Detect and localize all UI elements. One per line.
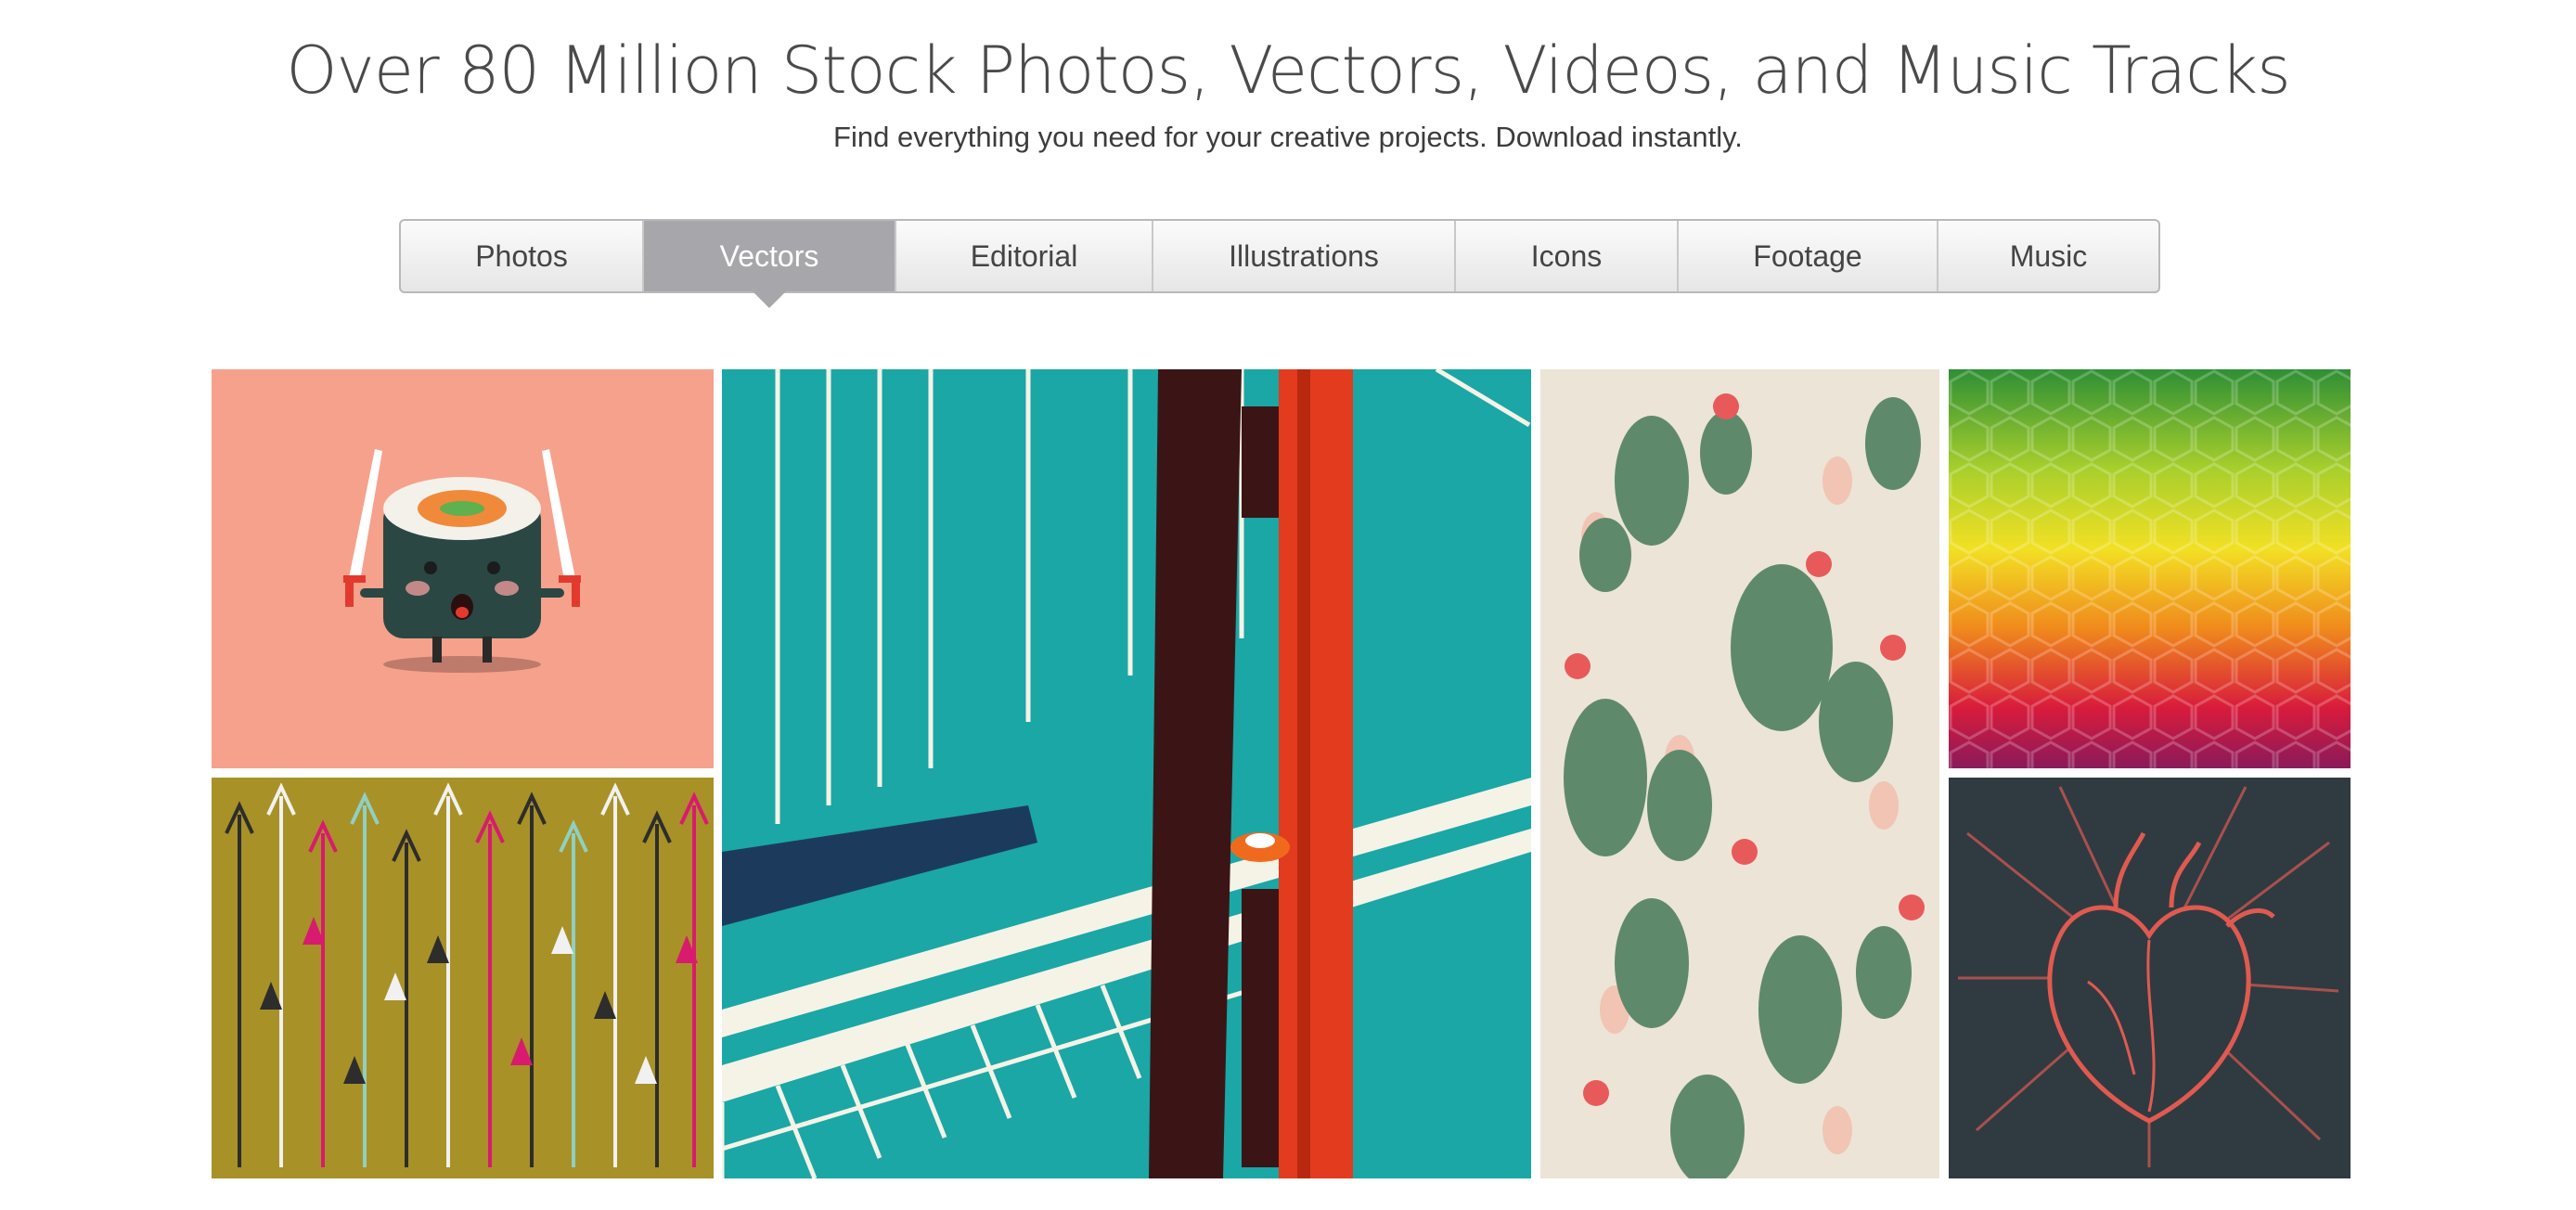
sushi-illustration — [212, 369, 714, 768]
hexagon-gradient-illustration — [1949, 369, 2351, 768]
tab-vectors[interactable]: Vectors — [644, 221, 896, 308]
category-tabs: Photos Vectors Editorial Illustrations I… — [399, 219, 2160, 308]
tab-illustrations[interactable]: Illustrations — [1153, 221, 1456, 291]
gallery-tile-sushi[interactable] — [212, 369, 714, 768]
page-subheadline: Find everything you need for your creati… — [833, 121, 1743, 153]
gallery-tile-arrows[interactable] — [212, 778, 714, 1178]
gallery-tile-cactus[interactable] — [1540, 369, 1939, 1178]
gallery-tile-hexagons[interactable] — [1949, 369, 2351, 768]
tab-editorial[interactable]: Editorial — [896, 221, 1153, 291]
tab-music[interactable]: Music — [1938, 221, 2158, 291]
cactus-pattern-illustration — [1540, 369, 1939, 1178]
bridge-illustration — [722, 369, 1531, 1178]
page-headline: Over 80 Million Stock Photos, Vectors, V… — [286, 32, 2290, 109]
gallery-tile-bridge[interactable] — [722, 369, 1531, 1178]
tab-photos[interactable]: Photos — [401, 221, 644, 291]
tab-footage[interactable]: Footage — [1679, 221, 1938, 291]
gallery-tile-heart[interactable] — [1949, 778, 2351, 1178]
tab-icons[interactable]: Icons — [1456, 221, 1679, 291]
arrows-pattern-illustration — [212, 778, 714, 1178]
anatomical-heart-illustration — [1949, 778, 2351, 1178]
